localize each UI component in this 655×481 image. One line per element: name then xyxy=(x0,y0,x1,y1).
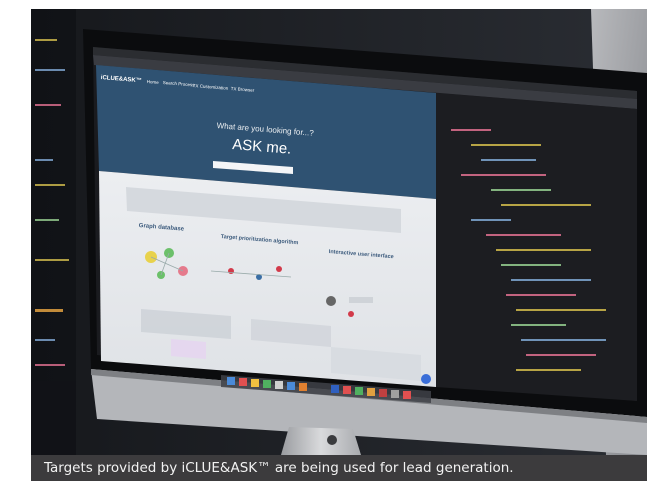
photo-caption: Targets provided by iCLUE&ASK™ are being… xyxy=(31,455,647,481)
photo: iCLUE&ASK™ Home Search Process TX Custom… xyxy=(31,9,647,455)
screen-nav-home: Home xyxy=(146,79,159,85)
background-code-lines xyxy=(31,9,76,455)
caption-text: Targets provided by iCLUE&ASK™ are being… xyxy=(44,460,514,476)
